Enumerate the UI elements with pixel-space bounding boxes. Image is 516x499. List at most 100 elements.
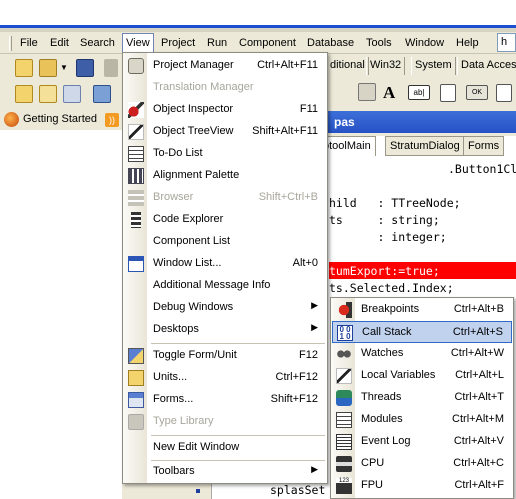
menu-item-shortcut: Ctrl+Alt+L	[455, 369, 504, 381]
menu-search[interactable]: Search	[80, 35, 115, 52]
view-menu-toolbars[interactable]: Toolbars ▶	[124, 461, 326, 483]
memo-component-icon[interactable]	[440, 84, 456, 102]
tab-stratumdialog[interactable]: StratumDialog	[385, 136, 465, 156]
view-menu-window-list[interactable]: Window List... Alt+0	[124, 253, 326, 275]
menu-item-label: Toggle Form/Unit	[153, 349, 237, 361]
save-icon[interactable]	[76, 59, 94, 77]
code-line: ts : string;	[329, 213, 440, 227]
debug-menu-breakpoints[interactable]: Breakpoints Ctrl+Alt+B	[332, 299, 512, 321]
menu-item-label: Call Stack	[362, 326, 412, 338]
type-library-icon	[128, 414, 144, 430]
debug-menu-local-variables[interactable]: Local Variables Ctrl+Alt+L	[332, 365, 512, 387]
view-menu-units[interactable]: Units... Ctrl+F12	[124, 367, 326, 389]
save-all-icon[interactable]	[104, 59, 118, 77]
view-menu-todo-list[interactable]: To-Do List	[124, 143, 326, 165]
menu-item-label: Forms...	[153, 393, 194, 405]
menu-item-shortcut: Ctrl+Alt+F	[454, 479, 504, 491]
watches-icon	[336, 346, 352, 362]
debug-menu-call-stack[interactable]: 0 01 0 Call Stack Ctrl+Alt+S	[332, 321, 512, 343]
toggle-form-unit-tb-icon[interactable]	[63, 85, 81, 103]
view-menu-translation-manager[interactable]: Translation Manager	[124, 77, 326, 99]
debug-menu-threads[interactable]: Threads Ctrl+Alt+T	[332, 387, 512, 409]
edit-component-icon[interactable]: ab|	[408, 85, 430, 100]
new-form-icon[interactable]	[93, 85, 111, 103]
view-menu-type-library[interactable]: Type Library	[124, 411, 326, 433]
button-component-icon[interactable]: OK	[466, 85, 488, 100]
menu-item-label: Type Library	[153, 415, 214, 427]
view-menu-project-manager[interactable]: Project Manager Ctrl+Alt+F11	[124, 55, 326, 77]
view-menu-browser[interactable]: Browser Shift+Ctrl+B	[124, 187, 326, 209]
menu-item-shortcut: F11	[299, 103, 318, 115]
menu-item-shortcut: Ctrl+Alt+V	[453, 435, 504, 447]
submenu-arrow-icon: ▶	[311, 322, 318, 332]
fpu-icon: 123	[336, 478, 352, 494]
view-menu-code-explorer[interactable]: Code Explorer	[124, 209, 326, 231]
new-items-icon[interactable]	[15, 59, 33, 77]
code-line: .Button1Cl	[448, 162, 516, 176]
menu-project[interactable]: Project	[161, 35, 195, 52]
forms-icon	[128, 392, 144, 408]
debug-menu-cpu[interactable]: CPU Ctrl+Alt+C	[332, 453, 512, 475]
object-inspector-icon	[128, 102, 144, 118]
menu-item-shortcut: Ctrl+Alt+M	[452, 413, 504, 425]
menu-file[interactable]: File	[20, 35, 38, 52]
palette-component-1-icon[interactable]	[358, 83, 376, 101]
view-menu-forms[interactable]: Forms... Shift+F12	[124, 389, 326, 411]
menu-item-label: Modules	[361, 413, 403, 425]
open-dropdown-icon[interactable]: ▼	[60, 63, 68, 72]
menu-database[interactable]: Database	[307, 35, 354, 52]
menu-tools[interactable]: Tools	[366, 35, 392, 52]
menubar-combo-box[interactable]: h	[497, 33, 516, 52]
menu-item-label: Toolbars	[153, 465, 195, 477]
view-menu-additional-message-info[interactable]: Additional Message Info	[124, 275, 326, 297]
view-menu-toggle-form-unit[interactable]: Toggle Form/Unit F12	[124, 345, 326, 367]
menu-view[interactable]: View	[122, 33, 154, 53]
view-menu-object-treeview[interactable]: Object TreeView Shift+Alt+F11	[124, 121, 326, 143]
view-menu-desktops[interactable]: Desktops ▶	[124, 319, 326, 341]
menu-item-label: Code Explorer	[153, 213, 224, 225]
checkbox-component-icon[interactable]	[496, 84, 512, 102]
label-component-icon[interactable]: A	[383, 83, 395, 103]
cpu-icon	[336, 456, 352, 472]
debug-menu-watches[interactable]: Watches Ctrl+Alt+W	[332, 343, 512, 365]
palette-tab-win32[interactable]: Win32	[366, 57, 406, 75]
menu-item-label: Translation Manager	[153, 81, 254, 93]
menu-edit[interactable]: Edit	[50, 35, 69, 52]
code-line: : integer;	[329, 230, 447, 244]
rss-icon[interactable]: ))	[105, 113, 119, 127]
menu-help[interactable]: Help	[456, 35, 479, 52]
window-list-icon	[128, 256, 144, 272]
view-menu: Project Manager Ctrl+Alt+F11 Translation…	[122, 52, 328, 484]
view-menu-component-list[interactable]: Component List	[124, 231, 326, 253]
code-line-error: tumExport:=true;	[329, 264, 440, 278]
getting-started-label[interactable]: Getting Started	[23, 113, 97, 125]
code-line: splasSet	[270, 483, 326, 497]
view-menu-new-edit-window[interactable]: New Edit Window	[124, 437, 326, 459]
menu-item-label: Desktops	[153, 323, 199, 335]
debug-menu-fpu[interactable]: 123 FPU Ctrl+Alt+F	[332, 475, 512, 497]
menubar-grip[interactable]	[9, 36, 12, 51]
view-menu-object-inspector[interactable]: Object Inspector F11	[124, 99, 326, 121]
palette-tab-system[interactable]: System	[411, 57, 456, 75]
menu-window[interactable]: Window	[405, 35, 444, 52]
view-form-icon[interactable]	[39, 85, 57, 103]
modules-icon	[336, 412, 352, 428]
event-log-icon	[336, 434, 352, 450]
debug-menu-modules[interactable]: Modules Ctrl+Alt+M	[332, 409, 512, 431]
menu-component[interactable]: Component	[239, 35, 296, 52]
open-icon[interactable]	[39, 59, 57, 77]
welcome-pane	[0, 130, 122, 499]
tab-forms[interactable]: Forms	[463, 136, 505, 156]
palette-tab-data-access[interactable]: Data Acces	[457, 57, 516, 75]
view-menu-debug-windows[interactable]: Debug Windows ▶	[124, 297, 326, 319]
breakpoint-dot	[196, 489, 200, 493]
code-line: ts.Selected.Index;	[329, 281, 454, 295]
menu-run[interactable]: Run	[207, 35, 227, 52]
view-menu-alignment-palette[interactable]: Alignment Palette	[124, 165, 326, 187]
palette-tab-additional[interactable]: ditional	[326, 57, 369, 75]
view-unit-icon[interactable]	[15, 85, 33, 103]
debug-menu-event-log[interactable]: Event Log Ctrl+Alt+V	[332, 431, 512, 453]
menu-item-label: Window List...	[153, 257, 222, 269]
menu-item-shortcut: Ctrl+Alt+T	[454, 391, 504, 403]
submenu-arrow-icon: ▶	[311, 300, 318, 310]
